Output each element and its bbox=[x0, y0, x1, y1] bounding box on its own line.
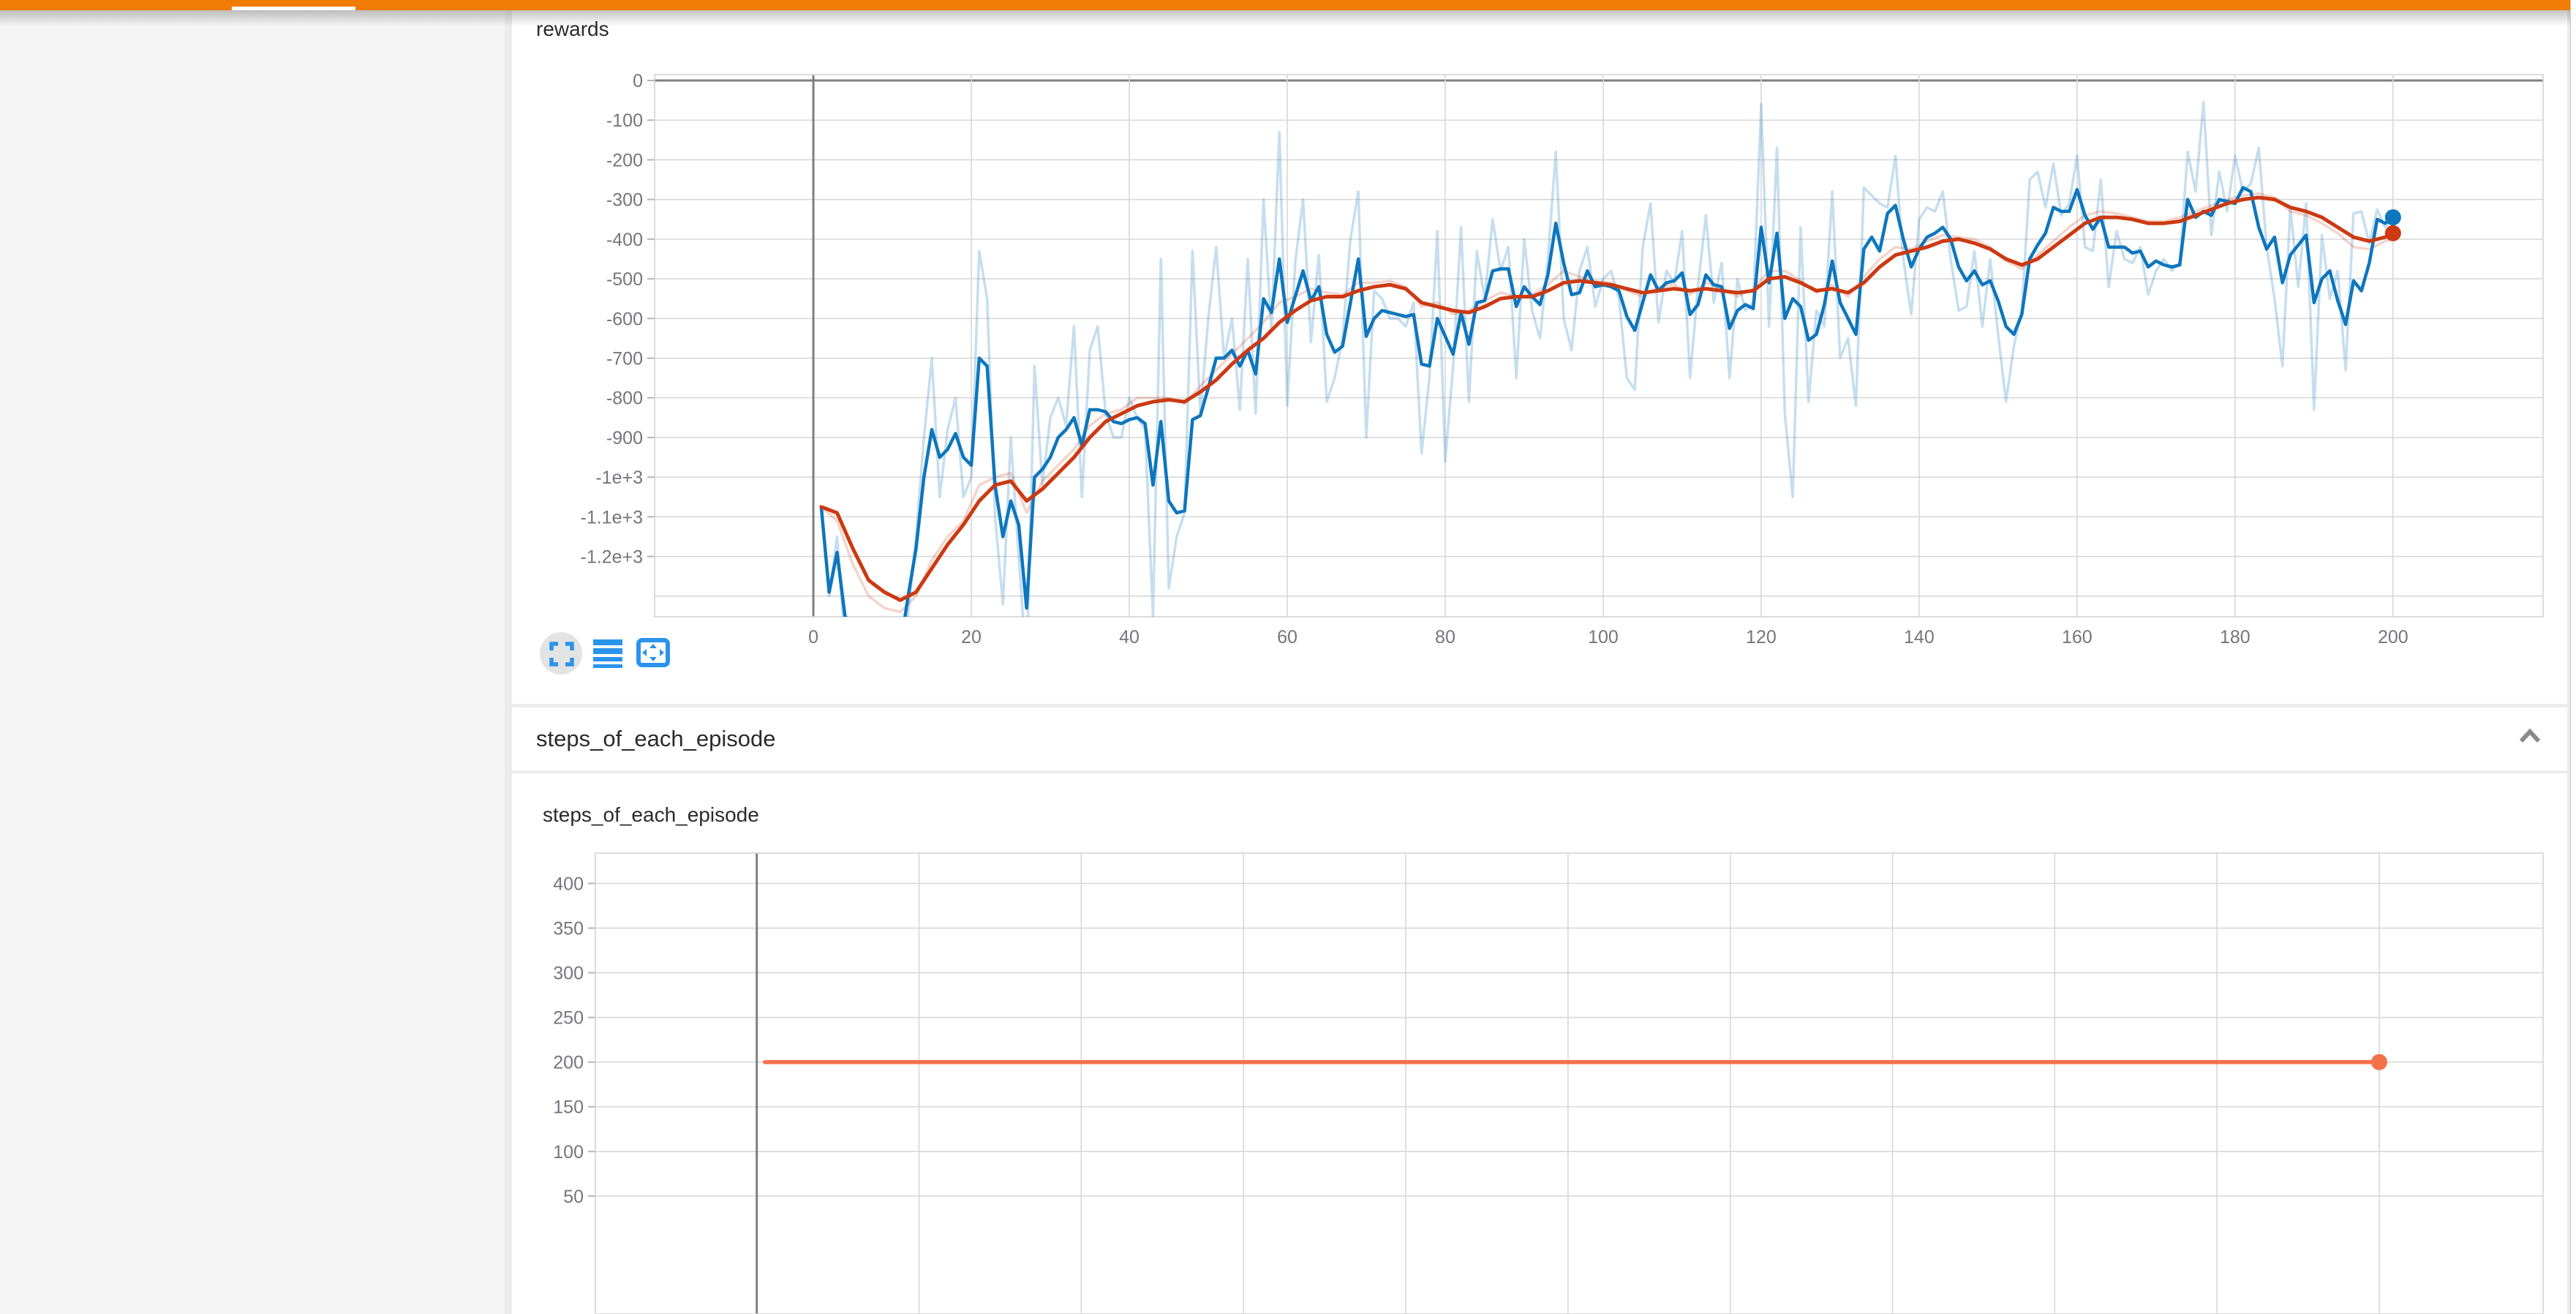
svg-text:-1.1e+3: -1.1e+3 bbox=[581, 507, 644, 528]
expand-chart-icon[interactable] bbox=[549, 641, 575, 667]
svg-text:-300: -300 bbox=[606, 190, 643, 211]
fit-domain-icon[interactable] bbox=[636, 637, 671, 668]
tensorboard-header-bar bbox=[0, 0, 2571, 10]
rewards-line-chart[interactable]: 0 -100 -200 -300 -400 -500 -600 -700 -800 -900 -1e… bbox=[512, 10, 2567, 704]
steps-chart-title: steps_of_each_episode bbox=[543, 803, 759, 827]
svg-text:-800: -800 bbox=[606, 388, 643, 409]
svg-text:350: 350 bbox=[553, 919, 584, 939]
svg-text:-1.2e+3: -1.2e+3 bbox=[581, 547, 644, 568]
svg-text:-700: -700 bbox=[606, 349, 643, 369]
svg-text:60: 60 bbox=[1277, 627, 1298, 647]
svg-text:100: 100 bbox=[553, 1142, 584, 1163]
svg-text:-600: -600 bbox=[606, 309, 643, 329]
rewards-chart-title: rewards bbox=[536, 18, 609, 41]
collapse-section-chevron-up-icon[interactable] bbox=[2516, 726, 2544, 748]
svg-text:-500: -500 bbox=[606, 269, 643, 290]
svg-text:-1e+3: -1e+3 bbox=[595, 468, 643, 488]
active-tab-indicator bbox=[232, 7, 355, 10]
svg-text:100: 100 bbox=[1588, 627, 1619, 647]
vertical-scrollbar[interactable] bbox=[2570, 0, 2576, 1314]
svg-text:140: 140 bbox=[1904, 627, 1935, 647]
svg-text:0: 0 bbox=[633, 71, 643, 91]
svg-text:250: 250 bbox=[553, 1008, 584, 1029]
svg-text:50: 50 bbox=[563, 1187, 584, 1207]
svg-text:40: 40 bbox=[1119, 627, 1140, 647]
svg-text:-200: -200 bbox=[606, 150, 643, 170]
section-header-card bbox=[512, 707, 2567, 770]
svg-text:-100: -100 bbox=[606, 110, 643, 131]
svg-text:80: 80 bbox=[1435, 627, 1455, 647]
svg-text:150: 150 bbox=[553, 1097, 584, 1118]
section-title: steps_of_each_episode bbox=[536, 726, 775, 752]
svg-text:120: 120 bbox=[1746, 627, 1777, 647]
svg-text:-400: -400 bbox=[606, 230, 643, 250]
svg-text:200: 200 bbox=[2378, 627, 2409, 647]
steps-line-chart[interactable]: 400 350 300 250 200 150 100 50 bbox=[512, 773, 2567, 1314]
svg-text:160: 160 bbox=[2062, 627, 2093, 647]
svg-text:200: 200 bbox=[553, 1053, 584, 1073]
svg-text:-900: -900 bbox=[606, 428, 643, 448]
settings-sidebar bbox=[0, 10, 505, 1314]
svg-text:0: 0 bbox=[808, 627, 818, 647]
log-scale-lines-icon[interactable] bbox=[593, 638, 622, 669]
svg-text:20: 20 bbox=[961, 627, 982, 647]
svg-text:400: 400 bbox=[553, 874, 584, 895]
svg-text:300: 300 bbox=[553, 964, 584, 984]
svg-text:180: 180 bbox=[2220, 627, 2251, 647]
